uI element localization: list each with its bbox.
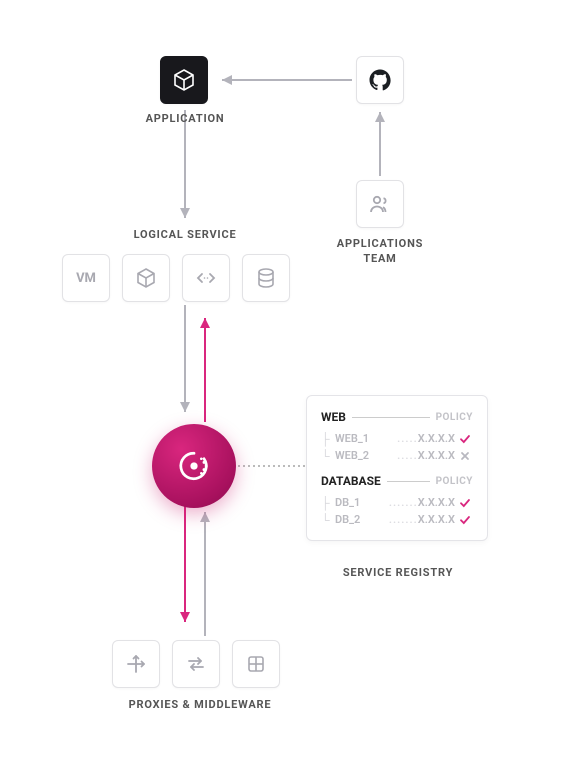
- application-box: [160, 56, 208, 104]
- application-label: APPLICATION: [135, 112, 235, 125]
- registry-section-web: WEB POLICY: [321, 410, 473, 424]
- team-box: [356, 180, 404, 228]
- service-registry-panel: WEB POLICY ├ WEB_1 .....X.X.X.X └ WEB_2 …: [306, 395, 488, 541]
- check-icon: [459, 497, 473, 509]
- registry-row: ├ WEB_1 .....X.X.X.X: [321, 430, 473, 447]
- cube-icon: [134, 266, 158, 290]
- proxy-swap-box: [172, 640, 220, 688]
- db-box: [242, 254, 290, 302]
- registry-section-database: DATABASE POLICY: [321, 474, 473, 488]
- service-registry-label: SERVICE REGISTRY: [318, 566, 478, 579]
- connector-layer: [0, 0, 569, 777]
- code-brackets-icon: [194, 266, 218, 290]
- registry-row: └ WEB_2 .....X.X.X.X: [321, 447, 473, 464]
- arrows-cross-icon: [124, 652, 148, 676]
- github-box: [356, 56, 404, 104]
- container-box: [122, 254, 170, 302]
- users-icon: [368, 192, 392, 216]
- code-box: [182, 254, 230, 302]
- check-icon: [459, 514, 473, 526]
- check-icon: [459, 433, 473, 445]
- cross-icon: [459, 450, 473, 462]
- proxy-cross-box: [112, 640, 160, 688]
- registry-row: └ DB_2 .......X.X.X.X: [321, 511, 473, 528]
- proxy-server-box: [232, 640, 280, 688]
- vm-text-icon: VM: [76, 271, 96, 286]
- consul-icon: [174, 446, 214, 486]
- database-icon: [254, 266, 278, 290]
- team-label: APPLICATIONS TEAM: [326, 236, 434, 267]
- github-icon: [368, 68, 392, 92]
- logical-service-label: LOGICAL SERVICE: [110, 228, 260, 241]
- arrows-swap-icon: [184, 652, 208, 676]
- cube-icon: [172, 68, 196, 92]
- server-grid-icon: [244, 652, 268, 676]
- vm-box: VM: [62, 254, 110, 302]
- consul-node: [152, 424, 236, 508]
- proxies-label: PROXIES & MIDDLEWARE: [100, 698, 300, 711]
- registry-row: ├ DB_1 .......X.X.X.X: [321, 494, 473, 511]
